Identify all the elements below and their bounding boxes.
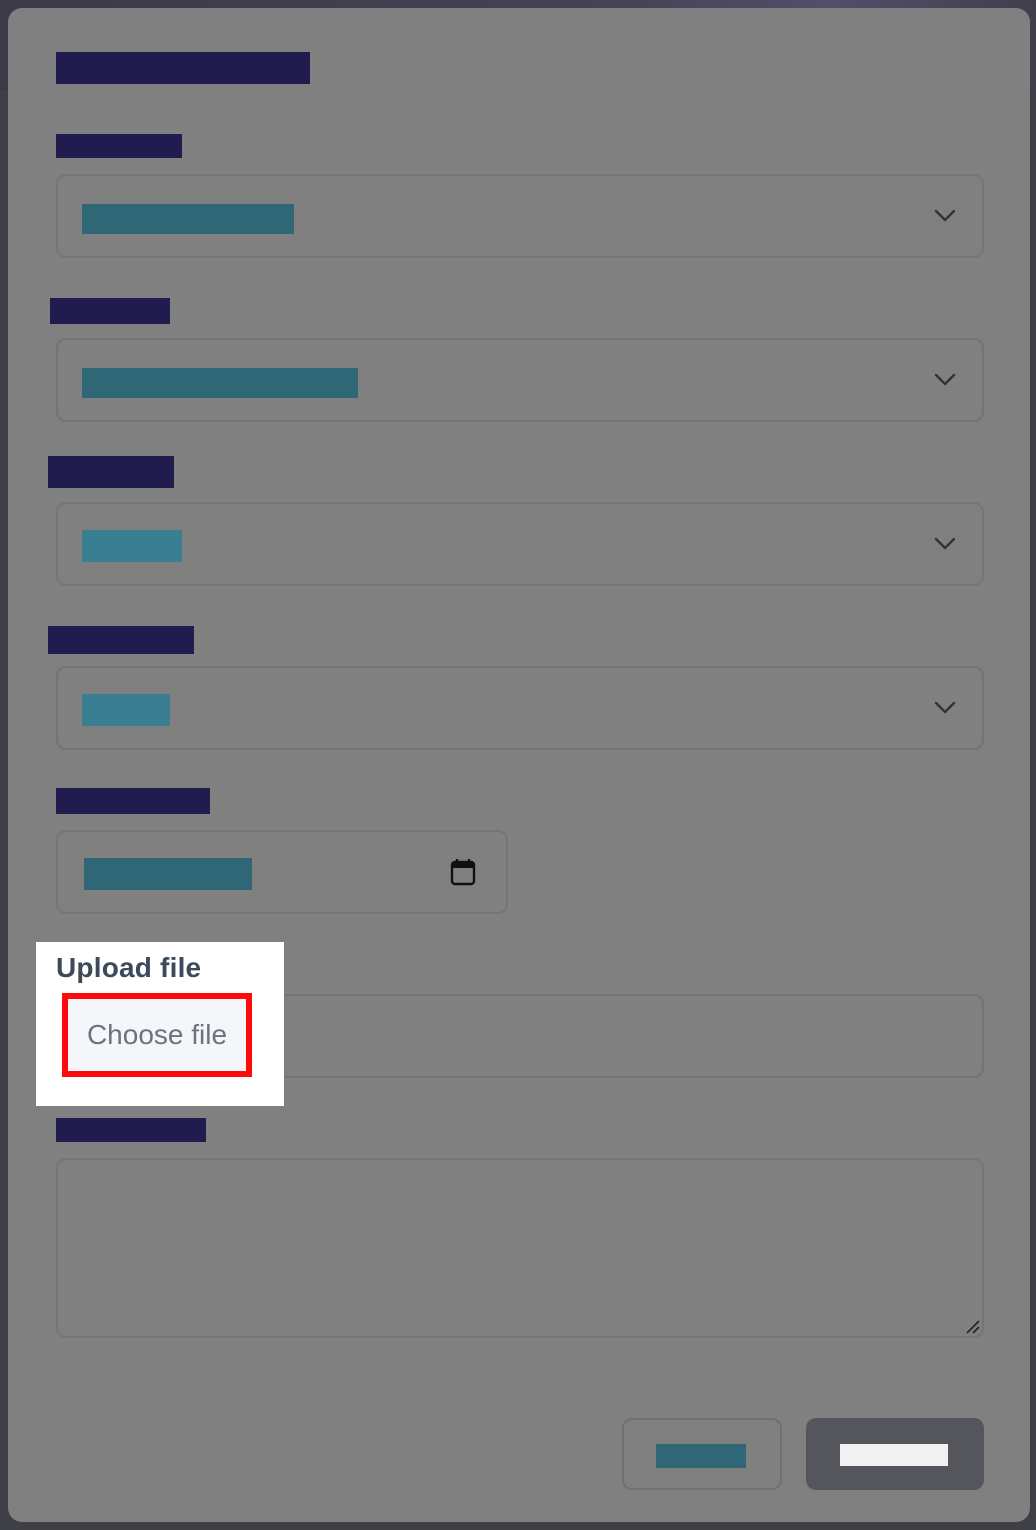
chevron-down-icon [934,701,956,714]
select-field-4-value-redacted [82,694,170,726]
field-2-label-redacted [50,298,170,324]
field-3-label-redacted [48,456,174,488]
upload-file-label: Upload file [56,952,202,983]
modal-title-redacted [56,52,310,84]
resize-handle-icon[interactable] [964,1318,980,1334]
field-1-label-redacted [56,134,182,158]
select-field-4[interactable] [56,666,984,750]
submit-button[interactable] [806,1418,984,1490]
submit-button-label-redacted [840,1444,948,1466]
select-field-1-value-redacted [82,204,294,234]
field-7-label-redacted [56,1118,206,1142]
notes-textarea[interactable] [56,1158,984,1338]
choose-file-button-label: Choose file [86,1019,228,1050]
date-field-value-redacted [84,858,252,890]
cancel-button-label-redacted [656,1444,746,1468]
select-field-2-value-redacted [82,368,358,398]
field-5-label-redacted [56,788,210,814]
cancel-button[interactable] [622,1418,782,1490]
chevron-down-icon [934,209,956,222]
select-field-3[interactable] [56,502,984,586]
field-4-label-redacted [48,626,194,654]
chevron-down-icon [934,537,956,550]
calendar-icon[interactable] [450,858,476,886]
select-field-3-value-redacted [82,530,182,562]
chevron-down-icon [934,373,956,386]
choose-file-button[interactable]: Choose file [62,993,252,1077]
